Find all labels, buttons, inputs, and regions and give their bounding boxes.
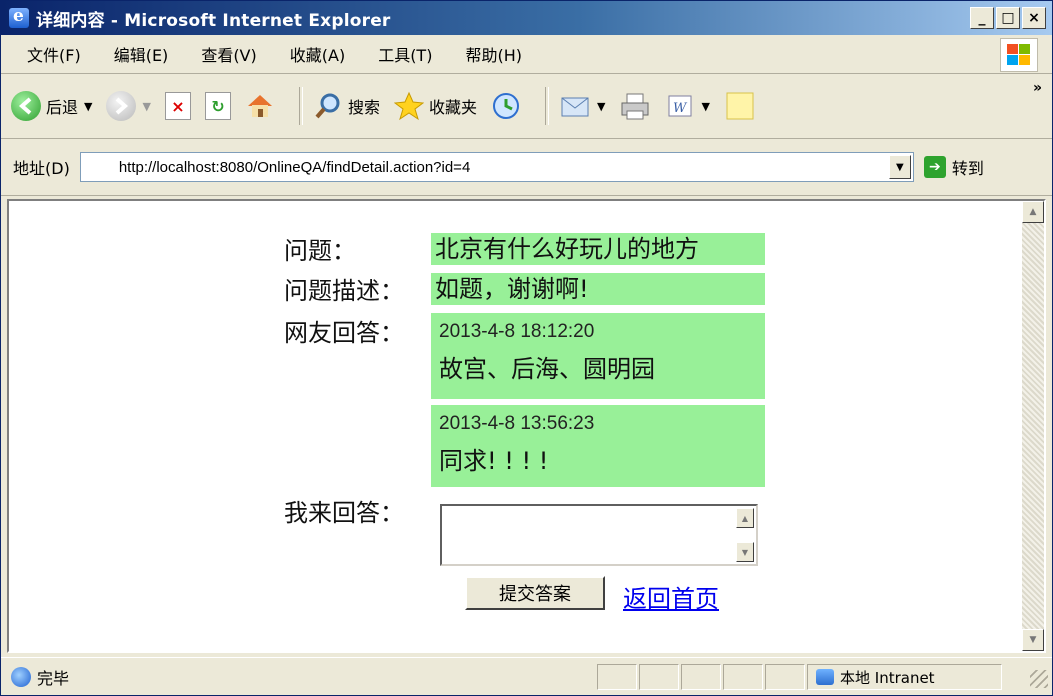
search-icon — [315, 93, 340, 119]
window-controls: _ □ × — [970, 7, 1046, 29]
go-label: 转到 — [951, 159, 984, 178]
menu-file[interactable]: 文件(F) — [17, 42, 94, 66]
home-button[interactable] — [245, 91, 275, 121]
home-icon — [247, 95, 272, 117]
forward-dropdown-icon[interactable]: ▼ — [142, 100, 150, 113]
toolbar: 后退 ▼ ▼ × ↻ 搜索 收藏夹 ▼ W ▼ » — [1, 74, 1052, 139]
submit-answer-button[interactable]: 提交答案 — [465, 576, 605, 610]
print-icon — [621, 93, 649, 120]
close-button[interactable]: × — [1022, 7, 1046, 29]
history-button[interactable] — [491, 91, 521, 121]
refresh-icon: ↻ — [204, 92, 231, 120]
status-pane — [723, 664, 763, 690]
scroll-up-icon[interactable]: ▲ — [1022, 201, 1044, 223]
answer-card: 2013-4-8 13:56:23 同求! ! ! ! — [431, 405, 765, 487]
ie-icon — [9, 6, 29, 28]
discuss-button[interactable] — [724, 90, 756, 122]
mail-dropdown-icon[interactable]: ▼ — [597, 100, 605, 113]
status-pane — [681, 664, 721, 690]
answer-card: 2013-4-8 18:12:20 故宫、后海、圆明园 — [431, 313, 765, 399]
intranet-icon — [816, 669, 834, 685]
reply-textarea[interactable]: ▲ ▼ — [440, 504, 758, 566]
vertical-scrollbar[interactable]: ▲ ▼ — [1022, 201, 1044, 651]
favorites-star-icon — [393, 91, 424, 121]
back-label: 后退 — [46, 98, 79, 117]
scroll-up-icon[interactable]: ▲ — [736, 508, 754, 528]
menu-help[interactable]: 帮助(H) — [455, 42, 535, 66]
edit-dropdown-icon[interactable]: ▼ — [701, 100, 709, 113]
edit-button[interactable]: W ▼ — [665, 91, 710, 121]
address-dropdown-icon[interactable]: ▼ — [888, 155, 911, 179]
status-bar: 完毕 本地 Intranet — [1, 657, 1052, 695]
status-pane — [639, 664, 679, 690]
favorites-label: 收藏夹 — [428, 98, 477, 117]
status-pane — [765, 664, 805, 690]
status-text: 完毕 — [37, 669, 70, 688]
menu-favorites[interactable]: 收藏(A) — [280, 42, 358, 66]
status-panes — [597, 664, 807, 690]
security-zone: 本地 Intranet — [807, 664, 1002, 690]
history-icon — [492, 93, 519, 119]
forward-arrow-icon — [106, 91, 137, 121]
refresh-button[interactable]: ↻ — [204, 92, 231, 120]
page-status-icon — [11, 667, 31, 687]
stop-icon: × — [164, 92, 191, 120]
scroll-down-icon[interactable]: ▼ — [1022, 629, 1044, 651]
address-label: 地址(D) — [13, 159, 70, 178]
zone-text: 本地 Intranet — [840, 668, 935, 687]
status-pane — [597, 664, 637, 690]
menu-tools[interactable]: 工具(T) — [368, 42, 445, 66]
back-dropdown-icon[interactable]: ▼ — [84, 100, 92, 113]
back-arrow-icon — [11, 91, 41, 121]
windows-logo-icon — [1000, 38, 1038, 72]
description-text: 如题，谢谢啊! — [431, 273, 765, 305]
svg-text:W: W — [673, 101, 688, 116]
question-label: 问题： — [284, 237, 356, 265]
question-text: 北京有什么好玩儿的地方 — [431, 233, 765, 265]
title-bar: 详细内容 - Microsoft Internet Explorer _ □ × — [1, 1, 1052, 35]
address-input[interactable]: http://localhost:8080/OnlineQA/findDetai… — [79, 152, 914, 182]
toolbar-separator — [298, 87, 303, 125]
resize-grip-icon[interactable] — [1030, 670, 1048, 688]
mail-icon — [561, 97, 589, 117]
answer-time: 2013-4-8 13:56:23 — [439, 413, 595, 434]
maximize-button[interactable]: □ — [996, 7, 1020, 29]
menu-bar: 文件(F) 编辑(E) 查看(V) 收藏(A) 工具(T) 帮助(H) — [1, 35, 1052, 74]
menu-edit[interactable]: 编辑(E) — [104, 42, 182, 66]
minimize-button[interactable]: _ — [970, 7, 994, 29]
menu-view[interactable]: 查看(V) — [191, 42, 269, 66]
address-url[interactable]: http://localhost:8080/OnlineQA/findDetai… — [119, 159, 470, 176]
search-button[interactable]: 搜索 — [313, 91, 380, 121]
toolbar-separator — [544, 87, 549, 125]
mail-button[interactable]: ▼ — [559, 91, 605, 121]
answers-label: 网友回答： — [284, 319, 404, 347]
go-button[interactable]: ➔ 转到 — [923, 155, 984, 179]
answer-text: 同求! ! ! ! — [439, 447, 549, 475]
scroll-down-icon[interactable]: ▼ — [736, 542, 754, 562]
note-icon — [726, 92, 754, 120]
go-arrow-icon: ➔ — [923, 156, 946, 178]
stop-button[interactable]: × — [164, 92, 191, 120]
forward-button[interactable]: ▼ — [106, 91, 151, 121]
back-button[interactable]: 后退 ▼ — [11, 91, 92, 121]
browser-window: 详细内容 - Microsoft Internet Explorer _ □ ×… — [0, 0, 1053, 696]
address-bar: 地址(D) http://localhost:8080/OnlineQA/fin… — [1, 139, 1052, 196]
search-label: 搜索 — [347, 98, 380, 117]
print-button[interactable] — [619, 91, 651, 121]
return-home-link[interactable]: 返回首页 — [623, 579, 719, 614]
reply-label: 我来回答： — [284, 499, 404, 527]
description-label: 问题描述： — [284, 277, 404, 305]
toolbar-more-icon[interactable]: » — [1033, 80, 1042, 96]
page-viewport: 问题： 北京有什么好玩儿的地方 问题描述： 如题，谢谢啊! 网友回答： 2013… — [7, 199, 1046, 653]
answer-text: 故宫、后海、圆明园 — [439, 355, 655, 383]
answer-time: 2013-4-8 18:12:20 — [439, 321, 595, 342]
favorites-button[interactable]: 收藏夹 — [393, 91, 477, 121]
word-edit-icon: W — [668, 95, 692, 117]
window-title: 详细内容 - Microsoft Internet Explorer — [36, 10, 391, 31]
